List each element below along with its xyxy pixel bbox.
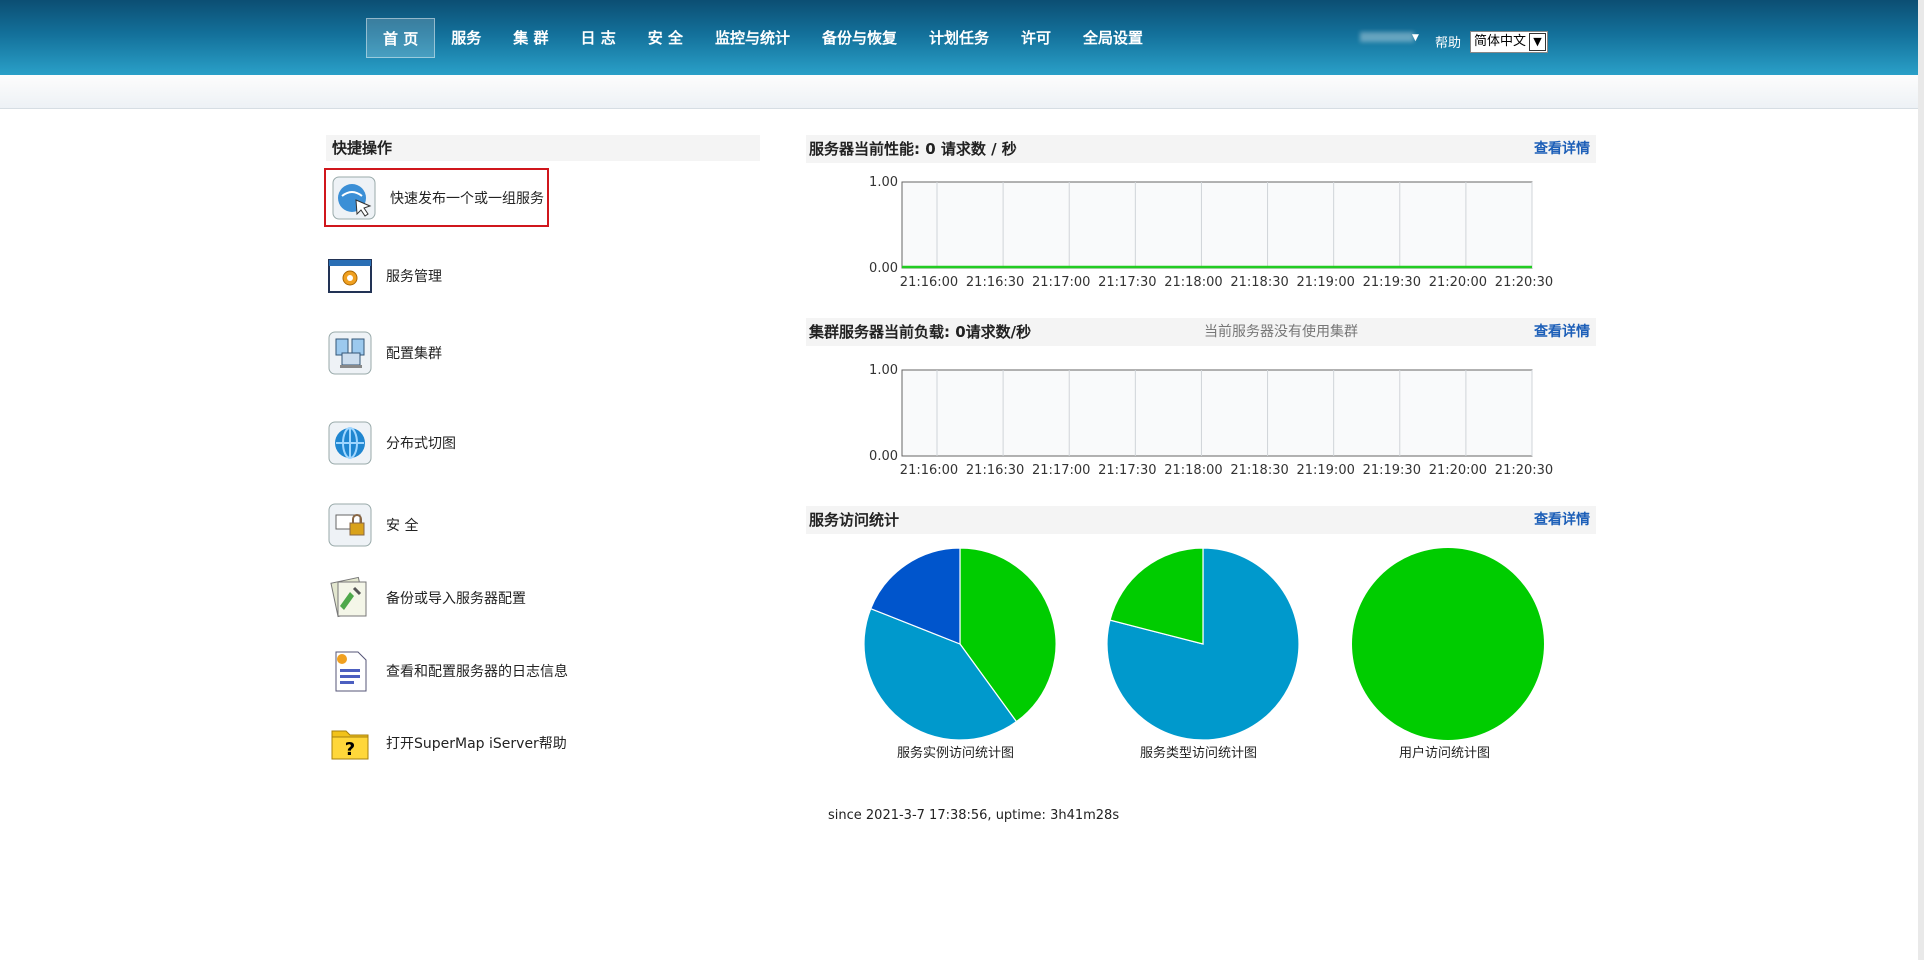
quick-item-5[interactable]: 备份或导入服务器配置	[326, 570, 526, 626]
log-info-icon	[326, 647, 374, 695]
quick-item-label: 查看和配置服务器的日志信息	[386, 664, 568, 680]
performance-panel-header: 服务器当前性能: 0 请求数 / 秒 查看详情	[806, 135, 1596, 163]
cluster-details-link[interactable]: 查看详情	[1534, 318, 1590, 346]
quick-item-label: 打开SuperMap iServer帮助	[386, 736, 567, 752]
performance-chart-x-tick: 21:20:30	[1495, 275, 1553, 290]
cluster-chart-x-tick: 21:16:00	[900, 463, 958, 478]
page-scrollbar[interactable]	[1918, 0, 1924, 960]
nav-item-0[interactable]: 首 页	[366, 18, 436, 58]
top-header: 首 页服务集 群日 志安 全监控与统计 备份与恢复 计划任务 许可 全局设置 ▼ 帮助 …	[0, 0, 1924, 75]
user-pie-slice[interactable]	[1352, 548, 1544, 740]
cluster-config-icon	[326, 329, 374, 377]
username-blurred[interactable]	[1360, 32, 1414, 42]
cluster-chart-x-tick: 21:19:30	[1363, 463, 1421, 478]
quick-item-label: 备份或导入服务器配置	[386, 591, 526, 607]
performance-chart-y-tick: 1.00	[869, 175, 898, 190]
nav-item-7[interactable]: 计划任务	[913, 18, 1005, 58]
help-link[interactable]: 帮助	[1435, 32, 1461, 51]
nav-item-8[interactable]: 许可	[1005, 18, 1067, 58]
pie-label-type: 服务类型访问统计图	[1140, 746, 1258, 761]
performance-title: 服务器当前性能: 0 请求数 / 秒	[809, 140, 1017, 158]
help-question-icon: ?	[326, 719, 374, 767]
cluster-chart-x-tick: 21:17:30	[1098, 463, 1156, 478]
cluster-line-chart: 21:16:00 21:16:30 21:17:00 21:17:30 21:18:00…	[869, 363, 1553, 478]
sub-header-bar	[0, 75, 1924, 109]
backup-config-icon	[326, 574, 374, 622]
quick-item-label: 服务管理	[386, 269, 442, 285]
performance-chart-x-tick: 21:16:30	[966, 275, 1024, 290]
nav-item-9[interactable]: 全局设置	[1067, 18, 1159, 58]
quick-item-7[interactable]: ? 打开SuperMap iServer帮助	[326, 715, 567, 771]
pie-label-instance: 服务实例访问统计图	[897, 746, 1015, 761]
quick-item-2[interactable]: 配置集群	[326, 325, 442, 381]
performance-chart-plot-area	[901, 181, 1533, 269]
performance-line-chart: 21:16:00 21:16:30 21:17:00 21:17:30 21:18:00…	[869, 175, 1553, 290]
distributed-tile-icon	[326, 419, 374, 467]
access-stats-pies	[863, 547, 1544, 741]
language-select[interactable]: 简体中文 ▼	[1470, 31, 1548, 53]
quick-item-4[interactable]: 安 全	[326, 497, 418, 553]
performance-chart-x-tick: 21:16:00	[900, 275, 958, 290]
cluster-chart-y-tick: 1.00	[869, 363, 898, 378]
cluster-chart-x-tick: 21:18:30	[1230, 463, 1288, 478]
performance-chart-x-tick: 21:19:00	[1296, 275, 1354, 290]
performance-chart-x-tick: 21:18:00	[1164, 275, 1222, 290]
cluster-chart-x-tick: 21:18:00	[1164, 463, 1222, 478]
stats-panel-header: 服务访问统计 查看详情	[806, 506, 1596, 534]
quick-item-3[interactable]: 分布式切图	[326, 415, 456, 471]
cluster-chart-plot-area	[901, 369, 1533, 457]
main-nav: 首 页服务集 群日 志安 全监控与统计 备份与恢复 计划任务 许可 全局设置	[366, 18, 1159, 58]
nav-item-3[interactable]: 日 志	[564, 18, 631, 58]
uptime-text: since 2021-3-7 17:38:56, uptime: 3h41m28…	[828, 808, 1120, 823]
cluster-chart-x-tick: 21:17:00	[1032, 463, 1090, 478]
performance-chart-x-tick: 21:17:30	[1098, 275, 1156, 290]
cluster-chart-x-tick: 21:19:00	[1296, 463, 1354, 478]
service-manage-icon	[326, 252, 374, 300]
chevron-down-icon[interactable]: ▼	[1529, 33, 1546, 51]
performance-details-link[interactable]: 查看详情	[1534, 135, 1590, 163]
stats-details-link[interactable]: 查看详情	[1534, 506, 1590, 534]
cluster-chart-x-tick: 21:20:30	[1495, 463, 1553, 478]
nav-item-1[interactable]: 服务	[435, 18, 497, 58]
cluster-title: 集群服务器当前负载: 0请求数/秒	[809, 323, 1032, 341]
performance-chart-x-tick: 21:17:00	[1032, 275, 1090, 290]
quick-item-1[interactable]: 服务管理	[326, 248, 442, 304]
cluster-note: 当前服务器没有使用集群	[1204, 324, 1358, 340]
performance-chart-x-tick: 21:20:00	[1429, 275, 1487, 290]
publish-service-icon	[330, 174, 378, 222]
security-lock-icon	[326, 501, 374, 549]
nav-item-4[interactable]: 安 全	[632, 18, 699, 58]
language-value: 简体中文	[1474, 34, 1527, 49]
cluster-chart-x-tick: 21:20:00	[1429, 463, 1487, 478]
cluster-panel-header: 集群服务器当前负载: 0请求数/秒 当前服务器没有使用集群 查看详情	[806, 318, 1596, 346]
pie-label-user: 用户访问统计图	[1399, 746, 1491, 761]
cluster-chart-x-tick: 21:16:30	[966, 463, 1024, 478]
quick-item-label: 快速发布一个或一组服务	[390, 190, 544, 207]
performance-chart-x-tick: 21:18:30	[1230, 275, 1288, 290]
quick-item-label: 分布式切图	[386, 436, 456, 452]
stats-title: 服务访问统计	[809, 511, 900, 529]
performance-chart-x-tick: 21:19:30	[1363, 275, 1421, 290]
quick-start-title: 快捷操作	[326, 135, 760, 161]
performance-chart-y-tick: 0.00	[869, 261, 898, 276]
svg-text:?: ?	[345, 739, 355, 760]
nav-item-5[interactable]: 监控与统计	[699, 18, 806, 58]
nav-item-6[interactable]: 备份与恢复	[806, 18, 913, 58]
quick-item-6[interactable]: 查看和配置服务器的日志信息	[326, 643, 568, 699]
quick-item-label: 配置集群	[386, 346, 442, 362]
user-dropdown-icon[interactable]: ▼	[1412, 33, 1419, 43]
quick-item-0[interactable]: 快速发布一个或一组服务	[324, 168, 549, 227]
nav-item-2[interactable]: 集 群	[497, 18, 564, 58]
cluster-chart-y-tick: 0.00	[869, 449, 898, 464]
quick-item-label: 安 全	[386, 518, 419, 534]
